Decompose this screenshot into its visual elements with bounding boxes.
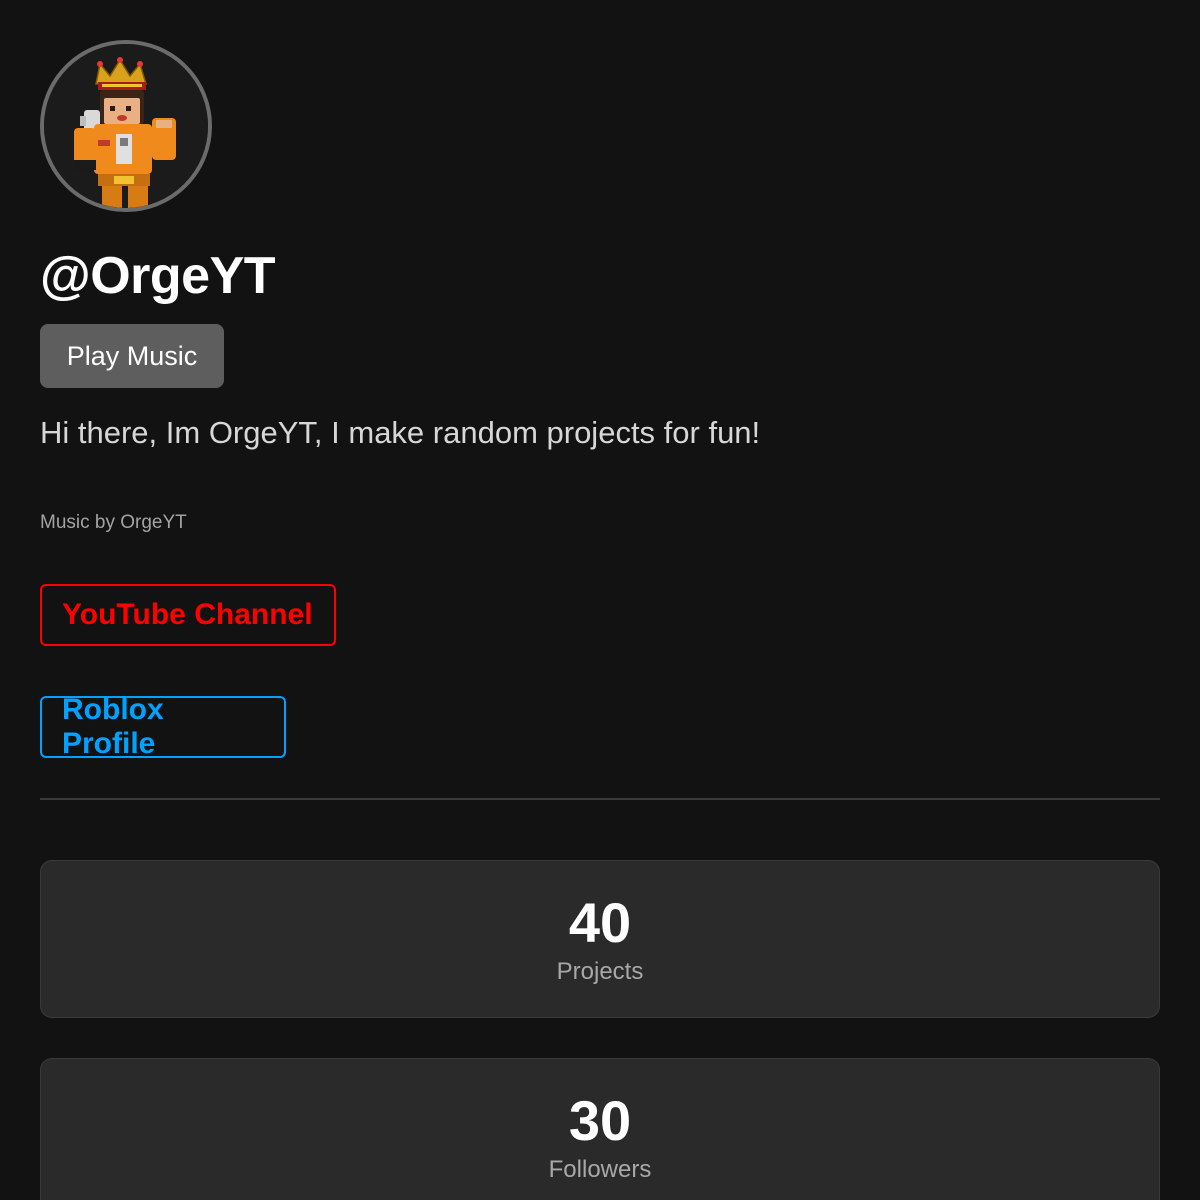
- profile-page: @OrgeYT Play Music Hi there, Im OrgeYT, …: [0, 0, 1200, 1200]
- divider: [40, 798, 1160, 800]
- stat-card-projects: 40 Projects: [40, 860, 1160, 1018]
- bio-text: Hi there, Im OrgeYT, I make random proje…: [40, 415, 761, 450]
- stat-label-followers: Followers: [548, 1156, 652, 1183]
- roblox-profile-label: Roblox Profile: [62, 693, 164, 760]
- stat-value-projects: 40: [568, 891, 632, 954]
- youtube-channel-label: YouTube Channel: [62, 598, 313, 631]
- play-music-button[interactable]: Play Music: [40, 324, 224, 388]
- stat-label-projects: Projects: [556, 958, 644, 985]
- music-credit: Music by OrgeYT: [40, 512, 187, 533]
- stat-value-followers: 30: [568, 1089, 632, 1152]
- avatar-image: [44, 44, 208, 208]
- youtube-channel-button[interactable]: YouTube Channel: [40, 584, 336, 646]
- username: @OrgeYT: [40, 247, 276, 305]
- stat-card-followers: 30 Followers: [40, 1058, 1160, 1200]
- avatar: [40, 40, 212, 212]
- roblox-profile-button[interactable]: Roblox Profile: [40, 693, 286, 760]
